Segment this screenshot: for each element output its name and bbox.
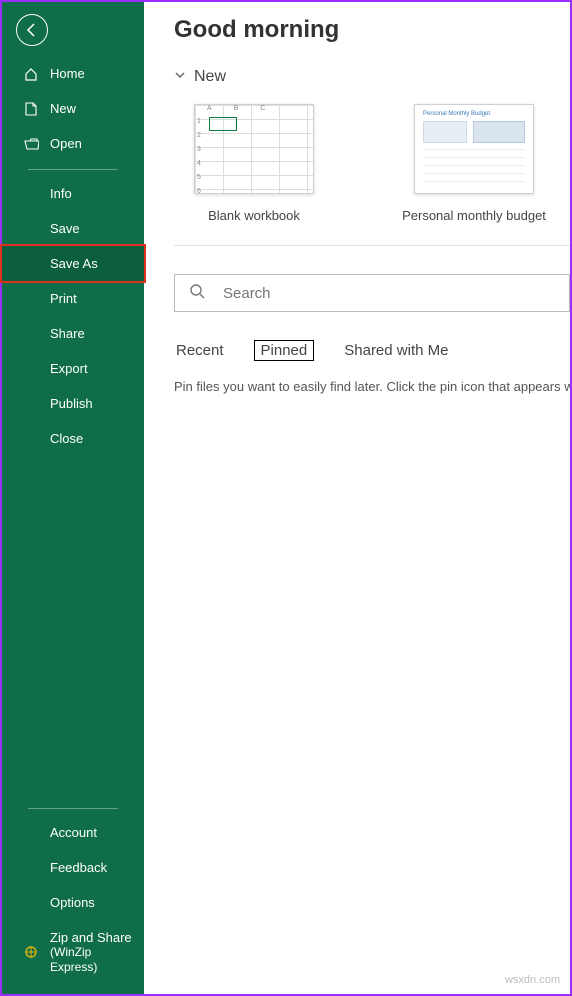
- template-personal-monthly-budget[interactable]: Personal Monthly Budget Personal monthly…: [394, 104, 554, 223]
- sidebar-item-label: Home: [50, 66, 85, 81]
- zip-share-icon: [22, 945, 40, 959]
- sidebar-item-options[interactable]: Options: [2, 885, 144, 920]
- sidebar-item-label: Close: [50, 431, 83, 446]
- sidebar-item-zip-and-share[interactable]: Zip and Share (WinZip Express): [2, 920, 144, 984]
- sidebar-item-share[interactable]: Share: [2, 316, 144, 351]
- sidebar-divider: [28, 808, 118, 809]
- sidebar-item-label: New: [50, 101, 76, 116]
- section-divider: [174, 245, 570, 246]
- sidebar-item-label: Zip and Share (WinZip Express): [50, 930, 132, 974]
- page-title: Good morning: [174, 16, 570, 44]
- home-icon: [22, 67, 40, 81]
- sidebar-item-label: Feedback: [50, 860, 107, 875]
- sidebar-item-home[interactable]: Home: [2, 56, 144, 91]
- file-icon: [22, 102, 40, 116]
- template-thumbnail: Personal Monthly Budget: [414, 104, 534, 194]
- sidebar-item-new[interactable]: New: [2, 91, 144, 126]
- sidebar-item-label: Account: [50, 825, 97, 840]
- chevron-down-icon: [174, 68, 186, 86]
- section-new-label: New: [194, 68, 226, 86]
- sidebar-item-label: Save: [50, 221, 80, 236]
- sidebar-item-label: Options: [50, 895, 95, 910]
- sidebar-item-export[interactable]: Export: [2, 351, 144, 386]
- template-blank-workbook[interactable]: ABC 123456 Blank workbook: [174, 104, 334, 223]
- backstage-sidebar: Home New Open Info Save Save As Print Sh…: [2, 2, 144, 994]
- template-label: Blank workbook: [174, 208, 334, 223]
- sidebar-item-open[interactable]: Open: [2, 126, 144, 161]
- sidebar-item-label: Open: [50, 136, 82, 151]
- sidebar-item-save[interactable]: Save: [2, 211, 144, 246]
- folder-open-icon: [22, 138, 40, 150]
- pinned-helper-text: Pin files you want to easily find later.…: [174, 379, 570, 394]
- sidebar-item-label: Info: [50, 186, 72, 201]
- tab-recent[interactable]: Recent: [174, 340, 226, 361]
- sidebar-item-print[interactable]: Print: [2, 281, 144, 316]
- tab-pinned[interactable]: Pinned: [254, 340, 315, 361]
- search-box[interactable]: [174, 274, 570, 312]
- sidebar-item-label: Export: [50, 361, 88, 376]
- sidebar-item-info[interactable]: Info: [2, 176, 144, 211]
- template-gallery: ABC 123456 Blank workbook Personal Month…: [174, 104, 570, 223]
- main-content: Good morning New ABC 123456 Blank workbo…: [144, 2, 570, 994]
- back-button[interactable]: [16, 14, 48, 46]
- template-label: Personal monthly budget: [394, 208, 554, 223]
- search-icon: [189, 283, 205, 304]
- sidebar-divider: [28, 169, 118, 170]
- search-input[interactable]: [223, 285, 555, 302]
- template-thumbnail: ABC 123456: [194, 104, 314, 194]
- sidebar-item-account[interactable]: Account: [2, 815, 144, 850]
- tab-shared-with-me[interactable]: Shared with Me: [342, 340, 450, 361]
- section-new-toggle[interactable]: New: [174, 68, 570, 86]
- sidebar-item-label: Publish: [50, 396, 93, 411]
- back-arrow-icon: [24, 22, 40, 38]
- sidebar-item-label: Save As: [50, 256, 98, 271]
- sidebar-item-label: Share: [50, 326, 85, 341]
- recent-pinned-tabs: Recent Pinned Shared with Me: [174, 340, 570, 361]
- sidebar-item-feedback[interactable]: Feedback: [2, 850, 144, 885]
- watermark: wsxdn.com: [505, 974, 560, 986]
- sidebar-item-save-as[interactable]: Save As: [2, 246, 144, 281]
- sidebar-item-close[interactable]: Close: [2, 421, 144, 456]
- sidebar-item-label: Print: [50, 291, 77, 306]
- sidebar-item-publish[interactable]: Publish: [2, 386, 144, 421]
